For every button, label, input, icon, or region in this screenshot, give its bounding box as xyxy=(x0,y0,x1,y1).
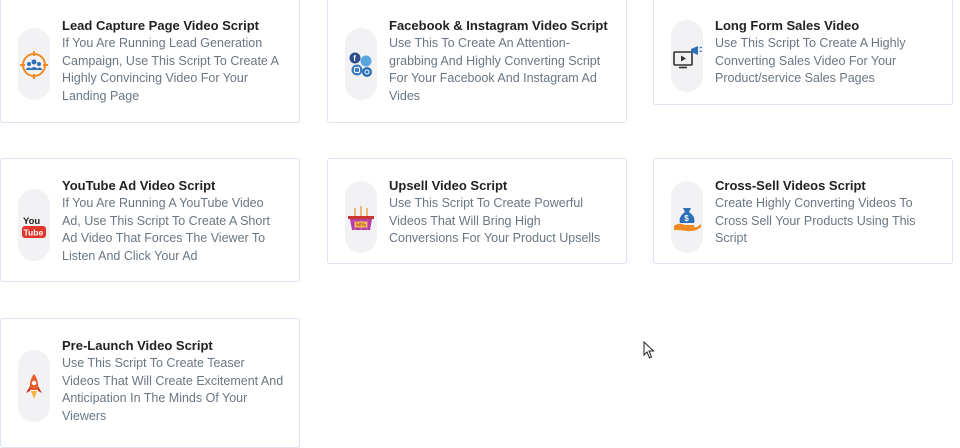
icon-container: $ xyxy=(671,181,703,253)
card-description: Use This Script To Create A Highly Conve… xyxy=(715,36,906,85)
card-title: Upsell Video Script xyxy=(389,178,508,193)
card-facebook-instagram[interactable]: f Facebook & Instagram Video Script Use … xyxy=(327,0,627,123)
card-description: Use This Script To Create Powerful Video… xyxy=(389,196,601,245)
card-title: Facebook & Instagram Video Script xyxy=(389,18,608,33)
card-title: YouTube Ad Video Script xyxy=(62,178,216,193)
card-pre-launch[interactable]: Pre-Launch Video Script Use This Script … xyxy=(0,318,300,448)
card-description: If You Are Running Lead Generation Campa… xyxy=(62,36,279,103)
card-upsell[interactable]: 50% Upsell Video Script Use This Script … xyxy=(327,158,627,264)
card-title: Cross-Sell Videos Script xyxy=(715,178,866,193)
social-media-icon: f xyxy=(349,52,372,77)
svg-text:f: f xyxy=(353,54,356,63)
youtube-icon-text-bottom: Tube xyxy=(24,228,44,238)
card-description: Create Highly Converting Videos To Cross… xyxy=(715,196,916,245)
card-description: If You Are Running A YouTube Video Ad, U… xyxy=(62,196,270,263)
icon-container: You Tube xyxy=(18,189,50,261)
shopping-basket-icon: 50% xyxy=(348,206,374,231)
icon-container xyxy=(18,350,50,422)
money-bag-hand-icon: $ xyxy=(674,208,701,232)
card-title: Long Form Sales Video xyxy=(715,18,860,33)
youtube-icon-text-top: You xyxy=(23,216,40,227)
card-youtube-ad[interactable]: You Tube YouTube Ad Video Script If You … xyxy=(0,158,300,282)
icon-container xyxy=(18,28,50,100)
card-description: Use This To Create An Attention-grabbing… xyxy=(389,36,601,103)
dollar-icon-text: $ xyxy=(684,214,689,223)
video-megaphone-icon xyxy=(673,46,703,69)
discount-icon-text: 50% xyxy=(356,223,367,229)
card-lead-capture[interactable]: Lead Capture Page Video Script If You Ar… xyxy=(0,0,300,123)
card-long-form-sales[interactable]: Long Form Sales Video Use This Script To… xyxy=(653,0,953,105)
card-title: Pre-Launch Video Script xyxy=(62,338,213,353)
card-cross-sell[interactable]: $ Cross-Sell Videos Script Create Highly… xyxy=(653,158,953,264)
mouse-cursor-icon xyxy=(643,341,655,359)
card-title: Lead Capture Page Video Script xyxy=(62,18,259,33)
card-description: Use This Script To Create Teaser Videos … xyxy=(62,356,284,423)
youtube-icon: You Tube xyxy=(22,216,46,238)
rocket-icon xyxy=(26,374,42,399)
icon-container xyxy=(671,20,703,92)
icon-container: 50% xyxy=(345,181,377,253)
lead-capture-icon xyxy=(20,51,48,79)
icon-container: f xyxy=(345,28,377,100)
